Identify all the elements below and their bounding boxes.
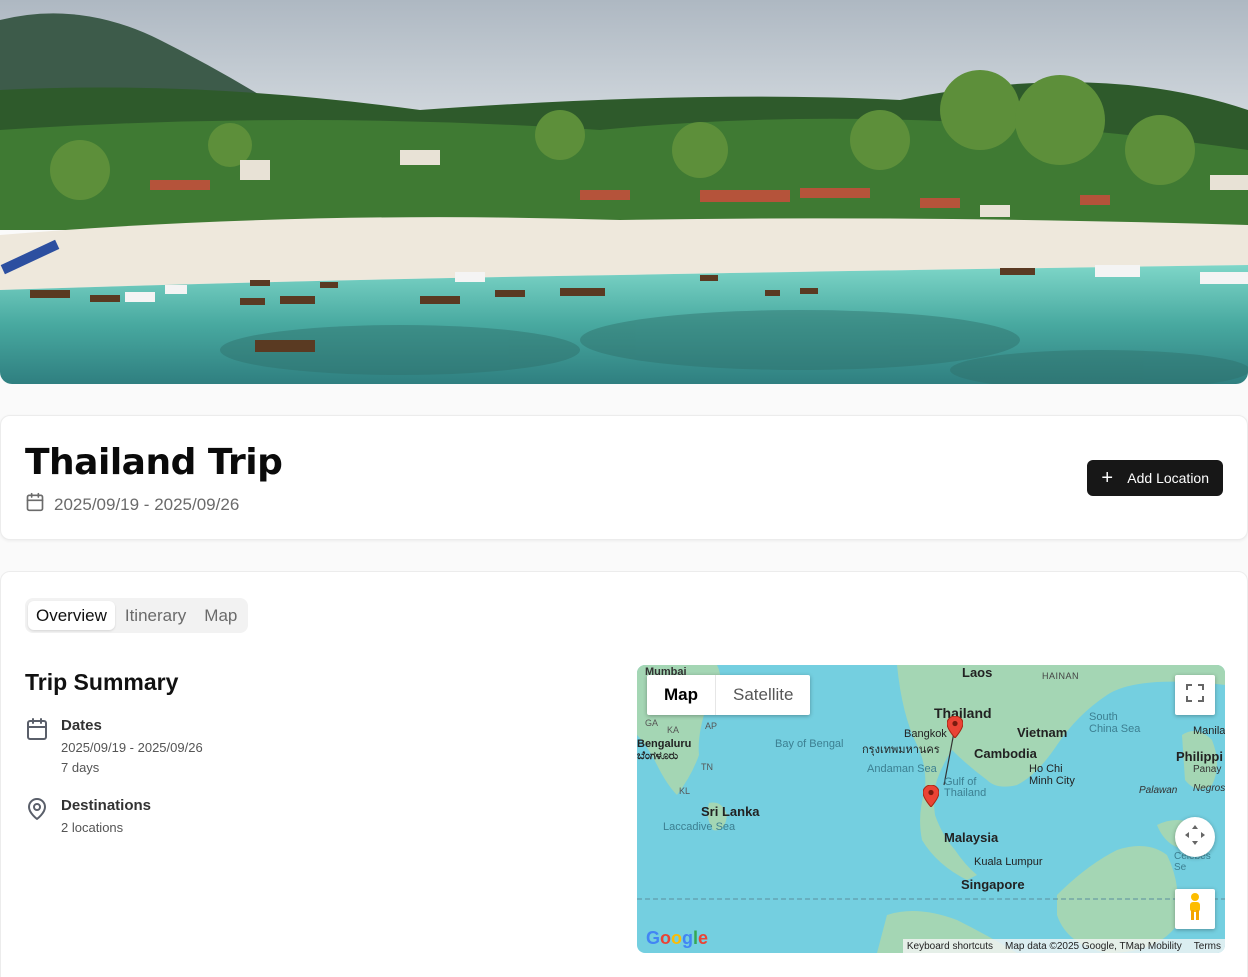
map-label-kl: KL — [679, 786, 691, 796]
map-label-vietnam: Vietnam — [1017, 725, 1068, 740]
map-label-south-china-sea: South China Sea — [1089, 711, 1141, 735]
map-label-malaysia: Malaysia — [944, 830, 999, 845]
map-label-kuala-lumpur: Kuala Lumpur — [974, 856, 1043, 868]
tab-list: Overview Itinerary Map — [25, 598, 249, 633]
map-label-negros: Negros — [1193, 783, 1225, 794]
summary-destinations: Destinations 2 locations — [25, 797, 151, 838]
map-type-satellite-button[interactable]: Satellite — [716, 675, 810, 715]
map-type-toggle: Map Satellite — [647, 675, 811, 715]
keyboard-shortcuts-link[interactable]: Keyboard shortcuts — [907, 941, 993, 952]
pegman-icon — [1186, 892, 1204, 927]
map-label-gulf-of-thailand: Gulf of Thailand — [944, 776, 987, 799]
map-label-andaman-sea: Andaman Sea — [867, 763, 937, 775]
camera-control-button[interactable] — [1175, 817, 1215, 857]
map-label-bengaluru: Bengaluru — [637, 738, 692, 750]
map-label-bangkok: Bangkok — [904, 728, 947, 740]
add-location-label: Add Location — [1127, 470, 1209, 486]
summary-dates-label: Dates — [61, 717, 102, 734]
summary-dates-value: 2025/09/19 - 2025/09/26 — [61, 740, 203, 755]
trip-summary-heading: Trip Summary — [25, 669, 179, 695]
summary-dates: Dates 2025/09/19 - 2025/09/26 7 days — [25, 717, 203, 778]
summary-destinations-value: 2 locations — [61, 820, 124, 835]
trip-date-range-text: 2025/09/19 - 2025/09/26 — [54, 494, 240, 514]
map-marker-phuket[interactable] — [923, 785, 939, 807]
fullscreen-button[interactable] — [1175, 675, 1215, 715]
map-label-laos: Laos — [962, 665, 993, 680]
map-label-sri-lanka: Sri Lanka — [701, 804, 760, 819]
map-label-panay: Panay — [1193, 764, 1222, 775]
fullscreen-icon — [1186, 683, 1204, 707]
map-label-tn: TN — [701, 762, 713, 772]
calendar-icon — [25, 717, 49, 778]
map-label-palawan: Palawan — [1139, 785, 1178, 796]
map-label-ga: GA — [645, 718, 659, 728]
map-label-ap: AP — [705, 721, 718, 731]
map-label-bay-of-bengal: Bay of Bengal — [775, 738, 844, 750]
add-location-button[interactable]: + Add Location — [1087, 460, 1223, 496]
plus-icon: + — [1101, 467, 1114, 489]
trip-map[interactable]: Mumbai Laos HAINAN Thailand Bangkok กรุง… — [637, 665, 1225, 953]
map-attribution: Keyboard shortcuts Map data ©2025 Google… — [902, 939, 1225, 953]
tab-itinerary[interactable]: Itinerary — [117, 601, 194, 630]
map-pin-icon — [25, 797, 49, 838]
map-data-text: Map data ©2025 Google, TMap Mobility — [1005, 940, 1182, 952]
map-label-ka: KA — [667, 725, 680, 735]
summary-dates-duration: 7 days — [61, 760, 100, 775]
camera-control-icon — [1183, 823, 1207, 852]
street-view-button[interactable] — [1175, 889, 1215, 929]
tab-overview[interactable]: Overview — [28, 601, 115, 630]
google-logo: Google — [646, 928, 709, 948]
map-type-map-button[interactable]: Map — [647, 675, 716, 715]
map-label-singapore: Singapore — [961, 877, 1025, 892]
trip-date-range: 2025/09/19 - 2025/09/26 — [25, 492, 239, 517]
map-marker-bangkok[interactable] — [947, 716, 963, 738]
summary-destinations-label: Destinations — [61, 797, 152, 814]
trip-content-card: Overview Itinerary Map Trip Summary Date… — [0, 571, 1248, 977]
hero-image — [0, 0, 1248, 384]
map-label-bengaluru-local: ಬೆಂಗಳೂರು — [637, 750, 679, 762]
calendar-icon — [25, 492, 45, 517]
map-label-laccadive-sea: Laccadive Sea — [663, 821, 736, 833]
map-label-ho-chi-minh: Ho Chi Minh City — [1029, 763, 1075, 787]
map-label-philippines: Philippi — [1176, 749, 1223, 764]
map-label-hainan: HAINAN — [1042, 671, 1080, 681]
tab-map[interactable]: Map — [196, 601, 245, 630]
map-label-cambodia: Cambodia — [974, 746, 1037, 761]
map-label-bangkok-thai: กรุงเทพมหานคร — [862, 744, 940, 756]
trip-header-card: Thailand Trip 2025/09/19 - 2025/09/26 + … — [0, 415, 1248, 540]
page-title: Thailand Trip — [25, 442, 283, 483]
map-label-manila: Manila — [1193, 725, 1225, 737]
terms-link[interactable]: Terms — [1194, 941, 1221, 952]
